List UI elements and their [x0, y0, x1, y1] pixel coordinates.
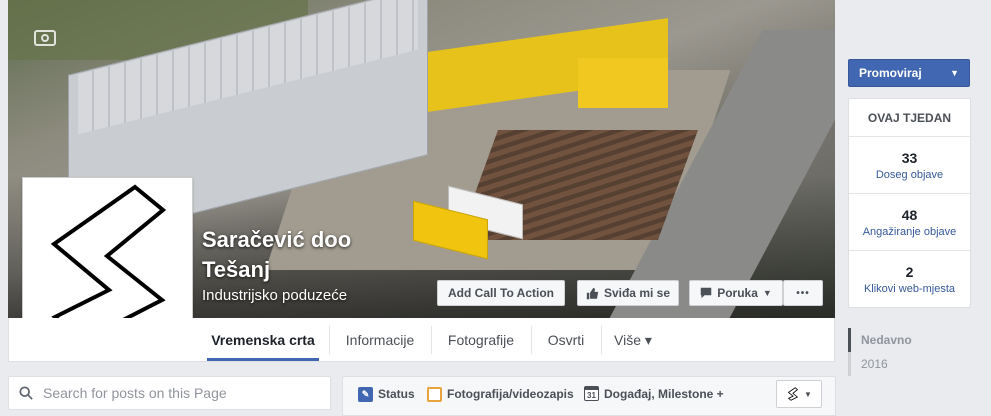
composer-photo-video-tab[interactable]: Fotografija/videozapis — [427, 386, 588, 402]
like-button[interactable]: Sviđa mi se — [577, 280, 679, 306]
page-avatar-icon — [787, 387, 799, 401]
tab-more[interactable]: Više ▾ — [602, 318, 664, 362]
facebook-page: Saračević doo Tešanj Industrijsko poduze… — [0, 0, 991, 416]
more-dots-icon: ••• — [796, 287, 810, 299]
stat-post-reach: 33 Doseg objave — [849, 137, 970, 194]
composer-status-tab[interactable]: ✎ Status — [358, 386, 429, 402]
page-tabs: Vremenska crta Informacije Fotografije O… — [8, 318, 835, 362]
chevron-down-icon: ▼ — [804, 389, 812, 399]
stat-post-engagement: 48 Angažiranje objave — [849, 194, 970, 251]
pencil-icon: ✎ — [358, 386, 373, 402]
tab-photos[interactable]: Fotografije — [432, 318, 530, 362]
more-options-button[interactable]: ••• — [783, 280, 823, 306]
search-input[interactable] — [43, 385, 313, 401]
page-category: Industrijsko poduzeće — [202, 287, 348, 304]
chevron-down-icon: ▼ — [762, 288, 772, 298]
stat-link[interactable]: Klikovi web-mjesta — [864, 283, 955, 295]
page-title-line1: Saračević doo — [202, 227, 352, 252]
timeline-nav-recent[interactable]: Nedavno — [848, 328, 971, 352]
timeline-year-nav: Nedavno 2016 — [848, 328, 971, 376]
stat-link[interactable]: Angažiranje objave — [863, 226, 957, 238]
tab-about[interactable]: Informacije — [330, 318, 430, 362]
stat-value: 48 — [901, 206, 918, 223]
calendar-icon: 31 — [584, 386, 599, 401]
page-title-line2: Tešanj — [202, 257, 271, 282]
this-week-title: OVAJ TJEDAN — [849, 99, 970, 137]
like-label: Sviđa mi se — [603, 286, 671, 300]
promote-label: Promoviraj — [859, 66, 922, 80]
chevron-down-icon[interactable]: ▼ — [950, 68, 959, 78]
search-icon — [19, 386, 33, 400]
thumbs-up-icon — [586, 287, 599, 299]
photo-icon — [427, 386, 442, 402]
promote-button[interactable]: Promoviraj ▼ — [848, 59, 970, 87]
stat-website-clicks: 2 Klikovi web-mjesta — [849, 251, 970, 308]
message-label: Poruka — [717, 286, 758, 300]
timeline-nav-2016[interactable]: 2016 — [848, 352, 971, 376]
stat-link[interactable]: Doseg objave — [876, 169, 943, 181]
post-as-selector[interactable]: ▼ — [776, 380, 822, 408]
page-search-box[interactable] — [8, 376, 331, 410]
post-composer-tabs: ✎ Status Fotografija/videozapis 31 Događ… — [342, 376, 836, 416]
add-call-to-action-button[interactable]: Add Call To Action — [437, 280, 565, 306]
message-icon — [700, 287, 712, 299]
cover-camera-icon[interactable] — [34, 30, 56, 46]
tab-reviews[interactable]: Osvrti — [532, 318, 600, 362]
stat-value: 33 — [901, 149, 918, 166]
tab-timeline[interactable]: Vremenska crta — [207, 318, 319, 362]
this-week-panel: OVAJ TJEDAN 33 Doseg objave 48 Angažiran… — [848, 98, 971, 308]
composer-event-tab[interactable]: 31 Događaj, Milestone + — [584, 386, 724, 401]
call-to-action-label: Add Call To Action — [448, 286, 554, 300]
message-button[interactable]: Poruka ▼ — [689, 280, 783, 306]
stat-value: 2 — [905, 264, 914, 280]
page-title: Saračević doo Tešanj — [202, 225, 422, 285]
